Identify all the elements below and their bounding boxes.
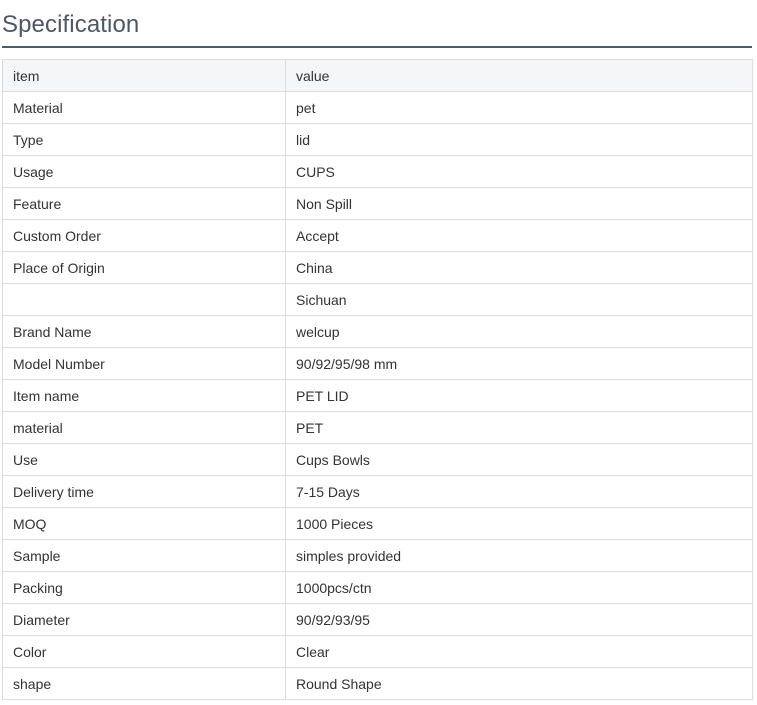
row-item-cell: MOQ — [2, 507, 286, 540]
row-value-cell: CUPS — [285, 155, 753, 188]
row-item-cell: Diameter — [2, 603, 286, 636]
row-item-cell: Custom Order — [2, 219, 286, 252]
row-item-cell: Type — [2, 123, 286, 156]
row-value-cell: PET — [285, 411, 753, 444]
row-item-cell: Packing — [2, 571, 286, 604]
table-row: Custom Order Accept — [2, 219, 753, 252]
row-value-cell: Cups Bowls — [285, 443, 753, 476]
row-item-cell: shape — [2, 667, 286, 700]
specification-section: Specification item value Material pet Type… — [0, 0, 757, 705]
row-item-cell: Use — [2, 443, 286, 476]
table-row: Place of Origin China — [2, 251, 753, 284]
specification-table: item value Material pet Type lid Usage CUPS Fe… — [2, 59, 753, 700]
table-row: Use Cups Bowls — [2, 443, 753, 476]
row-value-cell: Sichuan — [285, 283, 753, 316]
table-row: Sample simples provided — [2, 539, 753, 572]
row-value-cell: Non Spill — [285, 187, 753, 220]
table-row: material PET — [2, 411, 753, 444]
table-row: shape Round Shape — [2, 667, 753, 700]
table-row: Delivery time 7-15 Days — [2, 475, 753, 508]
table-row: MOQ 1000 Pieces — [2, 507, 753, 540]
row-value-cell: Clear — [285, 635, 753, 668]
table-row: Feature Non Spill — [2, 187, 753, 220]
table-row: Usage CUPS — [2, 155, 753, 188]
row-value-cell: simples provided — [285, 539, 753, 572]
row-item-cell: Brand Name — [2, 315, 286, 348]
row-item-cell: Model Number — [2, 347, 286, 380]
row-item-cell: material — [2, 411, 286, 444]
row-value-cell: China — [285, 251, 753, 284]
row-value-cell: pet — [285, 91, 753, 124]
row-value-cell: 1000pcs/ctn — [285, 571, 753, 604]
row-item-cell: Sample — [2, 539, 286, 572]
row-item-cell: Delivery time — [2, 475, 286, 508]
row-value-cell: welcup — [285, 315, 753, 348]
row-value-cell: 1000 Pieces — [285, 507, 753, 540]
table-row: Color Clear — [2, 635, 753, 668]
row-item-cell: Color — [2, 635, 286, 668]
row-value-cell: Round Shape — [285, 667, 753, 700]
section-title: Specification — [2, 11, 140, 38]
row-value-cell: 90/92/95/98 mm — [285, 347, 753, 380]
header-value-cell: value — [285, 59, 753, 92]
table-row: Model Number 90/92/95/98 mm — [2, 347, 753, 380]
header-item-cell: item — [2, 59, 286, 92]
row-value-cell: 90/92/93/95 — [285, 603, 753, 636]
table-header-row: item value — [2, 59, 753, 92]
row-value-cell: PET LID — [285, 379, 753, 412]
row-item-cell: Material — [2, 91, 286, 124]
table-row: Packing 1000pcs/ctn — [2, 571, 753, 604]
row-value-cell: lid — [285, 123, 753, 156]
table-row: Diameter 90/92/93/95 — [2, 603, 753, 636]
row-item-cell: Usage — [2, 155, 286, 188]
table-row: Item name PET LID — [2, 379, 753, 412]
row-item-cell: Place of Origin — [2, 251, 286, 284]
row-value-cell: 7-15 Days — [285, 475, 753, 508]
table-row: Sichuan — [2, 283, 753, 316]
title-underline — [2, 46, 752, 48]
row-value-cell: Accept — [285, 219, 753, 252]
row-item-cell: Feature — [2, 187, 286, 220]
table-row: Type lid — [2, 123, 753, 156]
table-row: Brand Name welcup — [2, 315, 753, 348]
row-item-cell: Item name — [2, 379, 286, 412]
table-row: Material pet — [2, 91, 753, 124]
row-item-cell — [2, 283, 286, 316]
